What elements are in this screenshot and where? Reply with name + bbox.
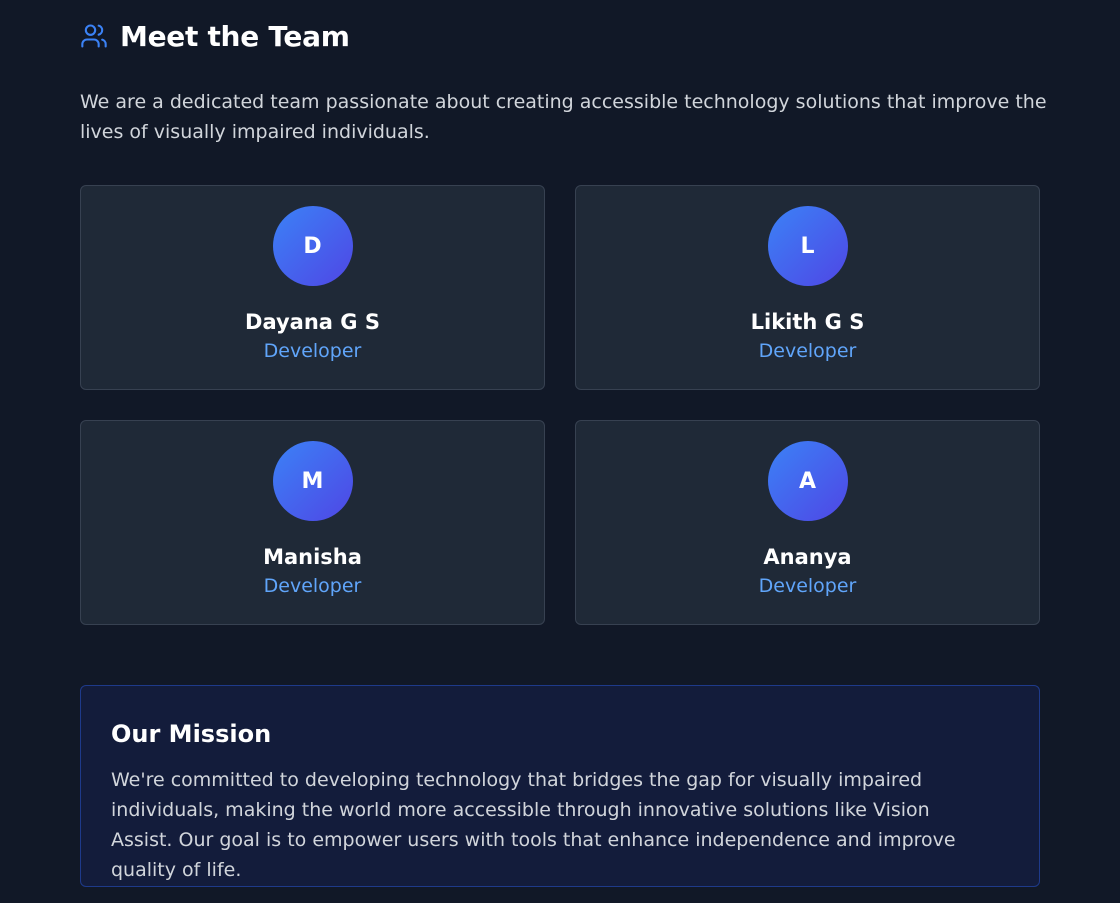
avatar: A [767,441,848,521]
avatar: M [272,441,353,521]
team-member-card: L Likith G S Developer [575,185,1040,390]
mission-title: Our Mission [111,720,272,748]
member-name: Manisha [263,545,362,569]
intro-text: We are a dedicated team passionate about… [80,91,1047,143]
member-name: Ananya [763,545,852,569]
member-role: Developer [758,340,857,362]
team-member-card: M Manisha Developer [80,420,545,625]
team-member-card: A Ananya Developer [575,420,1040,625]
avatar: D [272,206,353,286]
member-name: Likith G S [750,310,865,334]
mission-text: We're committed to developing technology… [111,769,956,881]
mission-panel: Our Mission We're committed to developin… [80,685,1040,887]
team-section: Meet the Team We are a dedicated team pa… [80,0,1047,887]
member-role: Developer [263,575,362,597]
section-header: Meet the Team [80,0,1040,72]
member-name: Dayana G S [245,310,380,334]
team-member-card: D Dayana G S Developer [80,185,545,390]
page-title: Meet the Team [120,19,350,53]
member-role: Developer [263,340,362,362]
avatar: L [767,206,848,286]
team-grid: D Dayana G S Developer L Likith G S Deve… [80,185,1040,625]
member-role: Developer [758,575,857,597]
users-icon [80,22,108,50]
